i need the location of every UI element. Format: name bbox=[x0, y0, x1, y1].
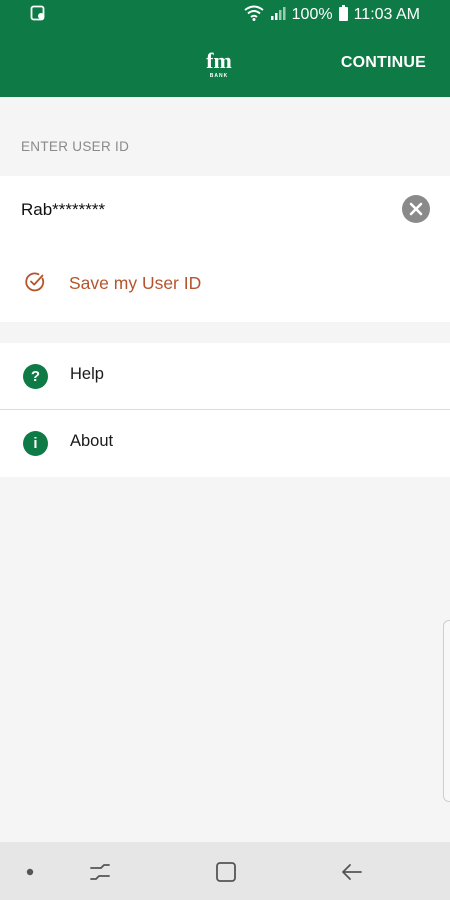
menu-item-about[interactable]: i About bbox=[0, 410, 450, 477]
check-circle-icon bbox=[24, 271, 46, 293]
edge-panel-handle[interactable] bbox=[443, 620, 450, 802]
help-icon: ? bbox=[23, 364, 48, 389]
recent-apps-icon[interactable] bbox=[88, 860, 112, 884]
save-user-id-toggle[interactable]: Save my User ID bbox=[0, 260, 450, 306]
home-icon[interactable] bbox=[214, 860, 238, 884]
svg-text:fm: fm bbox=[206, 48, 232, 73]
svg-text:BANK: BANK bbox=[210, 73, 228, 79]
menu-item-label: About bbox=[70, 432, 114, 450]
wifi-icon bbox=[244, 5, 264, 26]
user-id-card: Rab******** Save my User ID bbox=[0, 176, 450, 322]
enter-user-id-label: ENTER USER ID bbox=[21, 139, 130, 154]
continue-button[interactable]: CONTINUE bbox=[341, 54, 426, 72]
menu-item-label: Help bbox=[70, 365, 104, 383]
status-right: 100% 11:03 AM bbox=[244, 4, 420, 26]
status-left bbox=[30, 5, 46, 26]
notification-icon bbox=[30, 5, 46, 26]
battery-icon bbox=[338, 4, 348, 26]
close-icon bbox=[409, 202, 423, 216]
clear-input-button[interactable] bbox=[402, 195, 430, 223]
user-id-input[interactable]: Rab******** bbox=[21, 200, 105, 220]
back-icon[interactable] bbox=[340, 860, 364, 884]
system-nav-bar bbox=[0, 842, 450, 900]
app-bar: fm BANK CONTINUE bbox=[0, 30, 450, 97]
fm-bank-logo: fm BANK bbox=[201, 48, 237, 80]
save-user-id-label: Save my User ID bbox=[69, 273, 202, 293]
status-bar: 100% 11:03 AM bbox=[0, 0, 450, 30]
signal-icon bbox=[270, 5, 286, 26]
info-icon: i bbox=[23, 431, 48, 456]
menu-item-help[interactable]: ? Help bbox=[0, 343, 450, 410]
battery-percent: 100% bbox=[291, 6, 333, 23]
dot-icon[interactable] bbox=[18, 860, 42, 884]
menu-card: ? Help i About bbox=[0, 343, 450, 477]
status-time: 11:03 AM bbox=[353, 6, 420, 23]
